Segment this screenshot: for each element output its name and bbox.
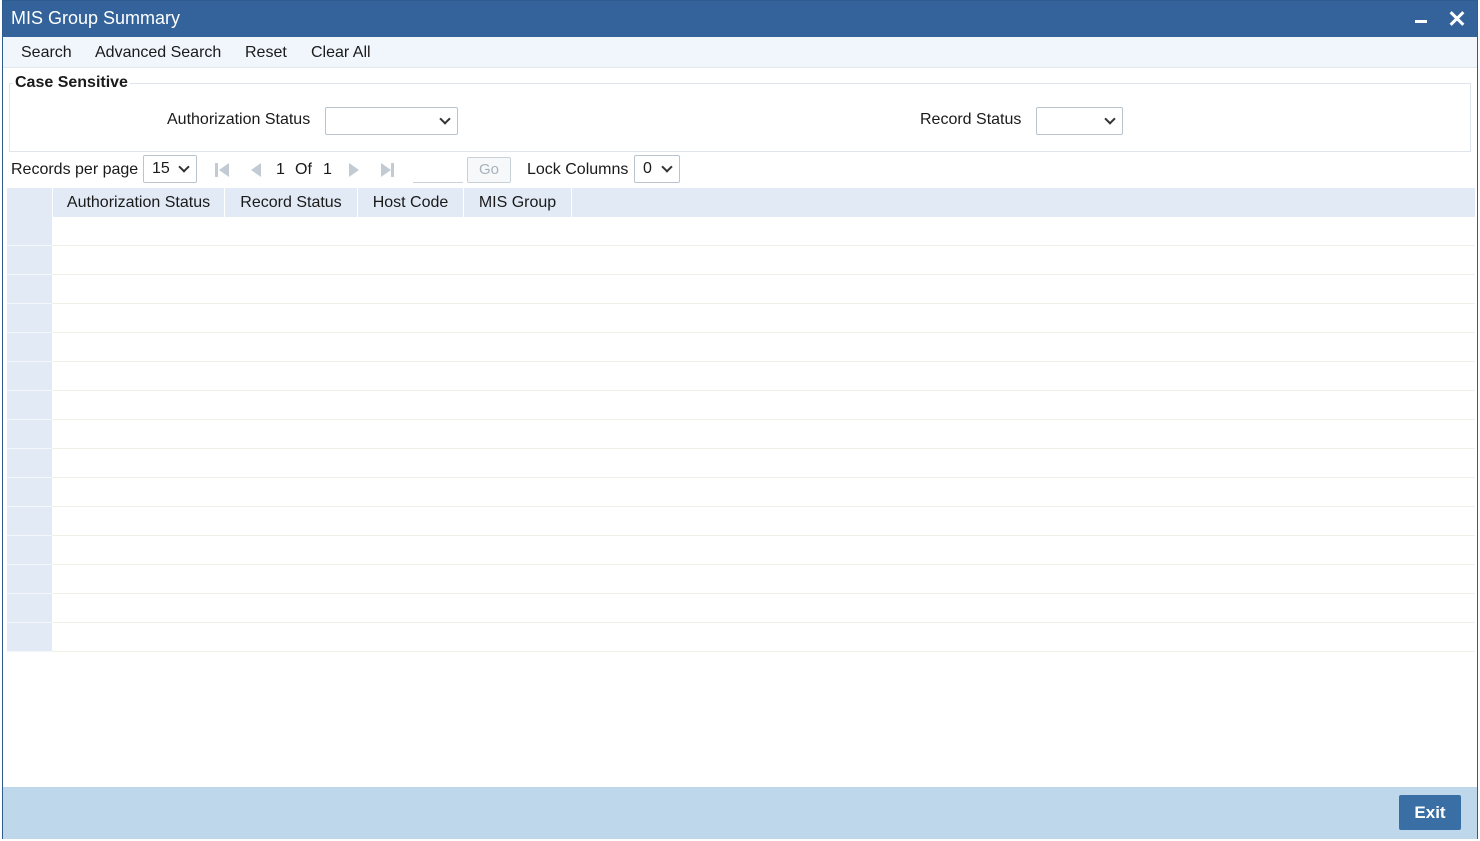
row-selector[interactable] (7, 362, 52, 391)
clear-all-button[interactable]: Clear All (311, 44, 371, 62)
footer-bar: Exit (3, 787, 1477, 839)
grid-body (7, 217, 1475, 652)
record-status-select[interactable] (1036, 107, 1123, 135)
lock-columns-select[interactable]: 0 (634, 155, 680, 183)
current-page-number: 1 (276, 161, 285, 178)
chevron-down-icon (1104, 113, 1116, 125)
row-selector[interactable] (7, 391, 52, 420)
table-row[interactable] (7, 565, 1475, 594)
lock-columns-label: Lock Columns (527, 161, 629, 178)
row-selector[interactable] (7, 478, 52, 507)
authorization-status-select[interactable] (325, 107, 458, 135)
advanced-search-button[interactable]: Advanced Search (95, 44, 221, 62)
column-header-mis-group[interactable]: MIS Group (464, 188, 572, 217)
row-selector[interactable] (7, 449, 52, 478)
row-selector[interactable] (7, 246, 52, 275)
table-row[interactable] (7, 333, 1475, 362)
chevron-down-icon (439, 113, 451, 125)
mis-group-summary-window: MIS Group Summary Search Advanced Search… (2, 0, 1478, 839)
goto-page-input[interactable] (413, 157, 463, 183)
search-button[interactable]: Search (21, 44, 72, 62)
row-selector[interactable] (7, 594, 52, 623)
table-row[interactable] (7, 391, 1475, 420)
table-row[interactable] (7, 449, 1475, 478)
go-button[interactable]: Go (467, 157, 511, 183)
table-row[interactable] (7, 362, 1475, 391)
row-selector[interactable] (7, 275, 52, 304)
table-row[interactable] (7, 304, 1475, 333)
total-pages: 1 (323, 161, 332, 178)
exit-button[interactable]: Exit (1399, 795, 1461, 830)
table-row[interactable] (7, 478, 1475, 507)
records-per-page-value: 15 (152, 160, 170, 177)
last-page-icon[interactable] (381, 162, 397, 178)
select-all-header[interactable] (7, 188, 53, 217)
prev-page-icon[interactable] (249, 162, 265, 178)
close-icon[interactable] (1445, 7, 1469, 31)
minimize-icon[interactable] (1409, 7, 1433, 31)
records-per-page-select[interactable]: 15 (143, 155, 197, 183)
window-title: MIS Group Summary (11, 8, 181, 28)
records-per-page-label: Records per page (11, 161, 139, 178)
row-selector[interactable] (7, 217, 52, 246)
title-bar: MIS Group Summary (3, 1, 1477, 37)
record-status-label: Record Status (920, 111, 1022, 128)
lock-columns-value: 0 (643, 160, 652, 177)
of-label: Of (295, 161, 312, 178)
column-header-authorization-status[interactable]: Authorization Status (53, 188, 225, 217)
column-header-record-status[interactable]: Record Status (225, 188, 358, 217)
table-row[interactable] (7, 594, 1475, 623)
row-selector[interactable] (7, 623, 52, 652)
case-sensitive-legend: Case Sensitive (13, 74, 130, 92)
row-selector[interactable] (7, 333, 52, 362)
table-row[interactable] (7, 275, 1475, 304)
row-selector[interactable] (7, 565, 52, 594)
table-row[interactable] (7, 246, 1475, 275)
authorization-status-label: Authorization Status (167, 111, 311, 128)
chevron-down-icon (178, 161, 190, 173)
toolbar: Search Advanced Search Reset Clear All (3, 37, 1477, 68)
row-selector[interactable] (7, 420, 52, 449)
row-selector[interactable] (7, 536, 52, 565)
table-row[interactable] (7, 420, 1475, 449)
column-header-host-code[interactable]: Host Code (358, 188, 464, 217)
row-selector[interactable] (7, 507, 52, 536)
row-selector[interactable] (7, 304, 52, 333)
first-page-icon[interactable] (215, 162, 231, 178)
table-row[interactable] (7, 217, 1475, 246)
table-row[interactable] (7, 623, 1475, 652)
table-row[interactable] (7, 507, 1475, 536)
reset-button[interactable]: Reset (245, 44, 287, 62)
chevron-down-icon (661, 161, 673, 173)
results-grid: Authorization Status Record Status Host … (7, 188, 1475, 652)
grid-header: Authorization Status Record Status Host … (7, 188, 1475, 217)
next-page-icon[interactable] (347, 162, 363, 178)
table-row[interactable] (7, 536, 1475, 565)
